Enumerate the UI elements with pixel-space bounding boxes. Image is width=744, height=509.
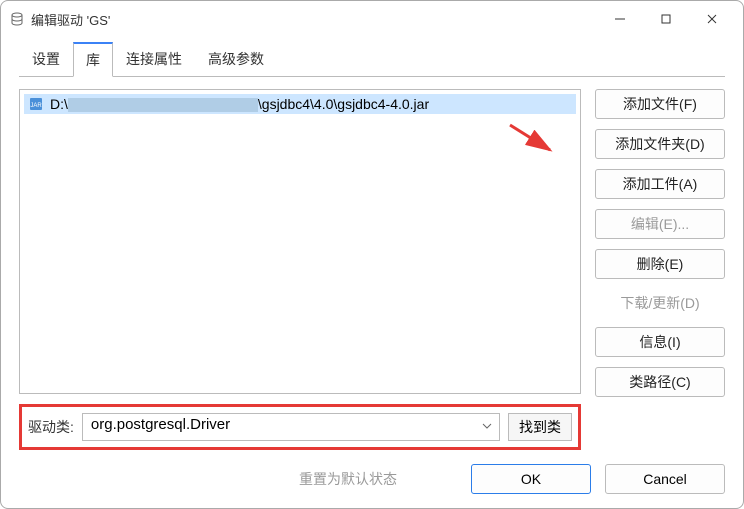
driver-class-row: 驱动类: org.postgresql.Driver 找到类 xyxy=(19,404,581,450)
window-controls xyxy=(597,3,735,35)
tab-library[interactable]: 库 xyxy=(73,42,113,77)
redacted-path xyxy=(68,98,258,112)
tab-connection[interactable]: 连接属性 xyxy=(113,42,195,77)
add-folder-button[interactable]: 添加文件夹(D) xyxy=(595,129,725,159)
file-path-prefix: D:\ xyxy=(50,96,68,112)
add-file-button[interactable]: 添加文件(F) xyxy=(595,89,725,119)
tab-bar: 设置 库 连接属性 高级参数 xyxy=(19,41,725,77)
delete-button[interactable]: 删除(E) xyxy=(595,249,725,279)
spacer xyxy=(595,407,725,450)
left-column: JAR D:\ \gsjdbc4\4.0\gsjdbc4-4.0.jar 驱动类:… xyxy=(19,89,581,450)
right-column: 添加文件(F) 添加文件夹(D) 添加工件(A) 编辑(E)... 删除(E) … xyxy=(595,89,725,450)
tab-advanced[interactable]: 高级参数 xyxy=(195,42,277,77)
file-list[interactable]: JAR D:\ \gsjdbc4\4.0\gsjdbc4-4.0.jar xyxy=(19,89,581,394)
driver-class-label: 驱动类: xyxy=(28,417,74,437)
dialog-content: 设置 库 连接属性 高级参数 JAR D:\ \gsjdbc4\4.0\gsjdb… xyxy=(1,37,743,508)
file-list-item[interactable]: JAR D:\ \gsjdbc4\4.0\gsjdbc4-4.0.jar xyxy=(24,94,576,114)
classpath-button[interactable]: 类路径(C) xyxy=(595,367,725,397)
dialog-window: 编辑驱动 'GS' 设置 库 连接属性 高级参数 JAR xyxy=(0,0,744,509)
find-class-button[interactable]: 找到类 xyxy=(508,413,572,441)
database-icon xyxy=(9,11,25,27)
driver-class-select-wrap: org.postgresql.Driver xyxy=(82,413,500,441)
maximize-button[interactable] xyxy=(643,3,689,35)
file-path-suffix: \gsjdbc4\4.0\gsjdbc4-4.0.jar xyxy=(258,96,429,112)
body-row: JAR D:\ \gsjdbc4\4.0\gsjdbc4-4.0.jar 驱动类:… xyxy=(19,89,725,450)
reset-default-label: 重置为默认状态 xyxy=(19,469,397,489)
jar-icon: JAR xyxy=(28,96,44,112)
driver-class-select[interactable]: org.postgresql.Driver xyxy=(82,413,500,441)
file-path: D:\ \gsjdbc4\4.0\gsjdbc4-4.0.jar xyxy=(50,96,429,112)
add-artifact-button[interactable]: 添加工件(A) xyxy=(595,169,725,199)
minimize-button[interactable] xyxy=(597,3,643,35)
cancel-button[interactable]: Cancel xyxy=(605,464,725,494)
close-button[interactable] xyxy=(689,3,735,35)
tab-settings[interactable]: 设置 xyxy=(19,42,73,77)
footer: 重置为默认状态 OK Cancel xyxy=(19,464,725,494)
download-update-label: 下载/更新(D) xyxy=(595,289,725,317)
driver-class-value: org.postgresql.Driver xyxy=(91,416,230,433)
info-button[interactable]: 信息(I) xyxy=(595,327,725,357)
titlebar: 编辑驱动 'GS' xyxy=(1,1,743,37)
edit-button[interactable]: 编辑(E)... xyxy=(595,209,725,239)
ok-button[interactable]: OK xyxy=(471,464,591,494)
svg-text:JAR: JAR xyxy=(30,103,42,109)
window-title: 编辑驱动 'GS' xyxy=(31,10,597,29)
